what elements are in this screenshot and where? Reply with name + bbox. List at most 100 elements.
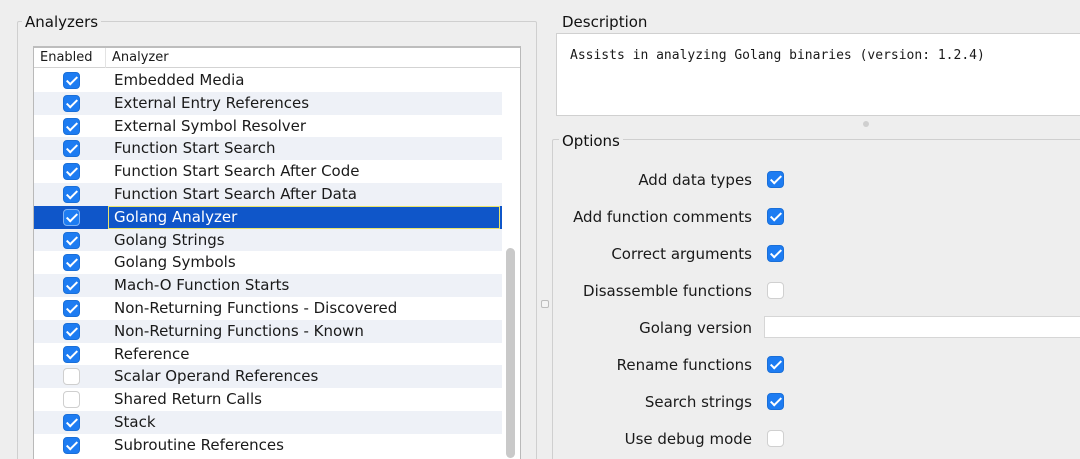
analyzer-enabled-cell[interactable] <box>34 343 109 366</box>
analyzer-enabled-cell[interactable] <box>34 160 109 183</box>
analyzer-name: Function Start Search After Code <box>114 162 360 181</box>
analyzer-name: Embedded Media <box>114 71 245 89</box>
analyzer-row[interactable]: Shared Return Calls <box>34 388 502 411</box>
analyzers-table-header: Enabled Analyzer <box>34 48 520 68</box>
analyzer-enabled-cell[interactable] <box>34 274 109 297</box>
analyzer-enabled-cell[interactable] <box>34 229 109 252</box>
option-checkbox-rename-functions[interactable] <box>767 356 784 373</box>
analyzer-enabled-cell[interactable] <box>34 365 109 388</box>
analyzer-enabled-checkbox[interactable] <box>63 345 80 363</box>
option-label: Search strings <box>644 393 752 411</box>
analyzer-enabled-cell[interactable] <box>34 206 109 229</box>
analyzer-row[interactable]: Embedded Media <box>34 69 502 92</box>
description-resize-handle[interactable] <box>863 121 869 127</box>
analyzer-enabled-cell[interactable] <box>34 251 109 274</box>
analyzer-row[interactable]: Stack <box>34 410 502 434</box>
analyzer-enabled-cell[interactable] <box>34 92 109 115</box>
analyzer-name: Scalar Operand References <box>114 367 319 386</box>
analyzer-enabled-cell[interactable] <box>34 411 109 434</box>
analyzer-row[interactable]: Function Start Search After Code <box>34 160 502 183</box>
analyzer-row[interactable]: Golang Strings <box>34 228 502 252</box>
analyzer-enabled-checkbox[interactable] <box>63 163 80 181</box>
analyzer-enabled-cell[interactable] <box>34 320 109 343</box>
option-checkbox-use-debug-mode[interactable] <box>767 430 784 447</box>
description-box <box>556 33 1080 116</box>
analyzer-enabled-cell[interactable] <box>34 69 109 92</box>
option-row-disassemble-functions: Disassemble functions <box>560 276 1080 306</box>
option-label: Use debug mode <box>624 430 752 448</box>
analyzer-enabled-cell[interactable] <box>34 388 109 411</box>
analyzers-table: Enabled Analyzer Embedded Media External … <box>33 46 521 459</box>
analyzer-name: External Entry References <box>114 93 310 112</box>
analyzer-name: Subroutine References <box>114 435 284 454</box>
splitter-handle[interactable] <box>541 300 549 308</box>
analyzer-enabled-checkbox[interactable] <box>63 94 80 112</box>
analyzer-name: Stack <box>114 412 156 431</box>
analyzer-enabled-checkbox[interactable] <box>63 299 80 317</box>
analyzer-enabled-checkbox[interactable] <box>63 436 80 454</box>
analyzer-enabled-checkbox[interactable] <box>63 72 80 89</box>
option-label: Add function comments <box>573 208 752 226</box>
analyzer-name: Non-Returning Functions - Discovered <box>114 298 398 317</box>
analyzer-row[interactable]: Non-Returning Functions - Known <box>34 319 502 343</box>
analyzer-row[interactable]: External Entry References <box>34 91 502 115</box>
analyzer-row[interactable]: Reference <box>34 342 502 366</box>
option-label: Disassemble functions <box>583 282 752 300</box>
option-row-rename-functions: Rename functions <box>560 350 1080 380</box>
column-header-analyzer[interactable]: Analyzer <box>112 50 169 66</box>
analyzer-row[interactable]: Function Start Search <box>34 137 502 161</box>
option-checkbox-add-data-types[interactable] <box>767 171 784 188</box>
analyzer-name: Non-Returning Functions - Known <box>114 321 364 340</box>
analyzer-row[interactable]: Golang Analyzer <box>34 205 502 229</box>
analyzer-row[interactable]: Golang Symbols <box>34 251 502 275</box>
option-row-search-strings: Search strings <box>560 387 1080 417</box>
analyzer-enabled-cell[interactable] <box>34 115 109 138</box>
analyzer-enabled-checkbox[interactable] <box>63 117 80 135</box>
column-header-enabled[interactable]: Enabled <box>40 50 93 66</box>
analyzer-name: Golang Symbols <box>114 253 236 272</box>
analyzer-enabled-checkbox[interactable] <box>63 368 80 386</box>
option-label: Correct arguments <box>611 245 752 263</box>
option-label: Add data types <box>638 171 752 189</box>
analyzer-enabled-cell[interactable] <box>34 137 109 160</box>
option-row-add-function-comments: Add function comments <box>560 202 1080 232</box>
option-row-add-data-types: Add data types <box>560 165 1080 195</box>
option-row-use-debug-mode: Use debug mode <box>560 424 1080 454</box>
column-divider[interactable] <box>105 48 106 68</box>
analyzer-enabled-cell[interactable] <box>34 183 109 206</box>
analyzers-title: Analyzers <box>22 13 102 31</box>
analyzer-name: Reference <box>114 344 190 363</box>
golang-version-input[interactable] <box>764 316 1080 338</box>
option-checkbox-correct-arguments[interactable] <box>767 245 784 262</box>
analyzers-scrollbar-thumb[interactable] <box>506 248 515 458</box>
analyzer-name: Shared Return Calls <box>114 390 262 409</box>
analyzer-enabled-checkbox[interactable] <box>63 185 80 203</box>
option-row-correct-arguments: Correct arguments <box>560 239 1080 269</box>
option-checkbox-disassemble-functions[interactable] <box>767 282 784 299</box>
analyzer-enabled-cell[interactable] <box>34 434 109 457</box>
analyzers-list: Embedded Media External Entry References E… <box>34 69 502 457</box>
analyzer-enabled-checkbox[interactable] <box>63 391 80 409</box>
analyzer-enabled-cell[interactable] <box>34 297 109 320</box>
description-title: Description <box>559 13 651 31</box>
analyzer-enabled-checkbox[interactable] <box>63 140 80 158</box>
analyzer-enabled-checkbox[interactable] <box>63 277 80 295</box>
options-title: Options <box>559 132 623 150</box>
analyzer-row[interactable]: Subroutine References <box>34 433 502 457</box>
analyzer-name: Mach-O Function Starts <box>114 276 290 295</box>
option-checkbox-search-strings[interactable] <box>767 393 784 410</box>
description-text: Assists in analyzing Golang binaries (ve… <box>570 48 985 63</box>
analyzer-enabled-checkbox[interactable] <box>63 322 80 340</box>
analyzer-row[interactable]: Non-Returning Functions - Discovered <box>34 296 502 320</box>
analyzer-row[interactable]: Mach-O Function Starts <box>34 274 502 297</box>
analyzer-enabled-checkbox[interactable] <box>63 413 80 431</box>
analyzer-name: Function Start Search After Data <box>114 184 357 203</box>
analyzer-row[interactable]: Function Start Search After Data <box>34 182 502 206</box>
analyzer-enabled-checkbox[interactable] <box>63 254 80 272</box>
analyzer-name: Function Start Search <box>114 139 276 158</box>
option-checkbox-add-function-comments[interactable] <box>767 208 784 225</box>
analyzer-row[interactable]: External Symbol Resolver <box>34 114 502 138</box>
analyzer-enabled-checkbox[interactable] <box>63 208 80 226</box>
analyzer-enabled-checkbox[interactable] <box>63 231 80 249</box>
analyzer-row[interactable]: Scalar Operand References <box>34 365 502 389</box>
